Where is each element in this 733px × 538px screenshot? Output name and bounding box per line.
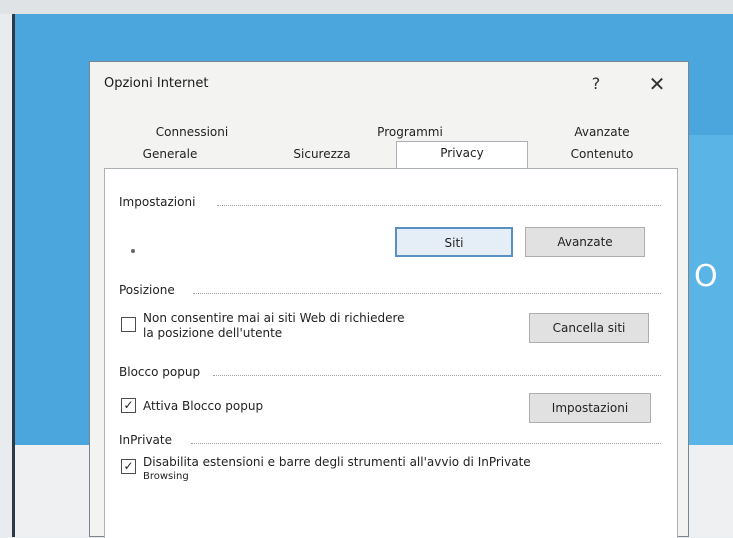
tab-sicurezza[interactable]: Sicurezza <box>262 144 382 164</box>
dialog-title: Opzioni Internet <box>104 76 209 91</box>
background-page-glyph: O <box>694 259 718 294</box>
location-checkbox[interactable] <box>121 317 136 332</box>
close-button[interactable]: ✕ <box>642 70 672 98</box>
tab-row-front: Generale Sicurezza Privacy Contenuto <box>102 141 670 168</box>
location-separator <box>193 293 661 294</box>
inprivate-section-label: InPrivate <box>119 433 172 447</box>
privacy-panel: Impostazioni Siti Avanzate Posizione Non… <box>104 168 678 538</box>
background-top-strip <box>0 0 733 14</box>
tab-row-back: Connessioni Programmi Avanzate <box>102 122 670 142</box>
tab-privacy[interactable]: Privacy <box>396 141 528 168</box>
popup-blocker-checkbox[interactable]: ✓ <box>121 398 136 413</box>
dialog-titlebar: Opzioni Internet ? ✕ <box>90 62 688 108</box>
inprivate-checkbox-label-line2: Browsing <box>143 471 189 482</box>
inprivate-checkbox-label-line1: Disabilita estensioni e barre degli stru… <box>143 455 531 469</box>
advanced-button[interactable]: Avanzate <box>525 227 645 257</box>
sites-button[interactable]: Siti <box>395 227 513 257</box>
tab-generale[interactable]: Generale <box>110 144 230 164</box>
popup-blocker-section-label: Blocco popup <box>119 365 201 379</box>
settings-separator <box>217 205 661 206</box>
popup-blocker-separator <box>213 375 661 376</box>
clear-sites-button[interactable]: Cancella siti <box>529 313 649 343</box>
tab-programmi[interactable]: Programmi <box>350 122 470 142</box>
tab-connessioni[interactable]: Connessioni <box>132 122 252 142</box>
tab-avanzate[interactable]: Avanzate <box>542 122 662 142</box>
location-checkbox-label-line2: la posizione dell'utente <box>143 326 283 340</box>
popup-settings-button[interactable]: Impostazioni <box>529 393 651 423</box>
help-button[interactable]: ? <box>582 70 610 98</box>
location-section-label: Posizione <box>119 283 175 297</box>
settings-section-label: Impostazioni <box>119 195 196 209</box>
internet-options-dialog: Opzioni Internet ? ✕ Connessioni Program… <box>89 61 689 538</box>
inprivate-checkbox[interactable]: ✓ <box>121 459 136 474</box>
location-checkbox-label-line1: Non consentire mai ai siti Web di richie… <box>143 311 405 325</box>
tab-contenuto[interactable]: Contenuto <box>542 144 662 164</box>
inprivate-separator <box>191 443 661 444</box>
slider-placeholder-dot <box>131 249 135 253</box>
popup-blocker-checkbox-label: Attiva Blocco popup <box>143 399 264 413</box>
